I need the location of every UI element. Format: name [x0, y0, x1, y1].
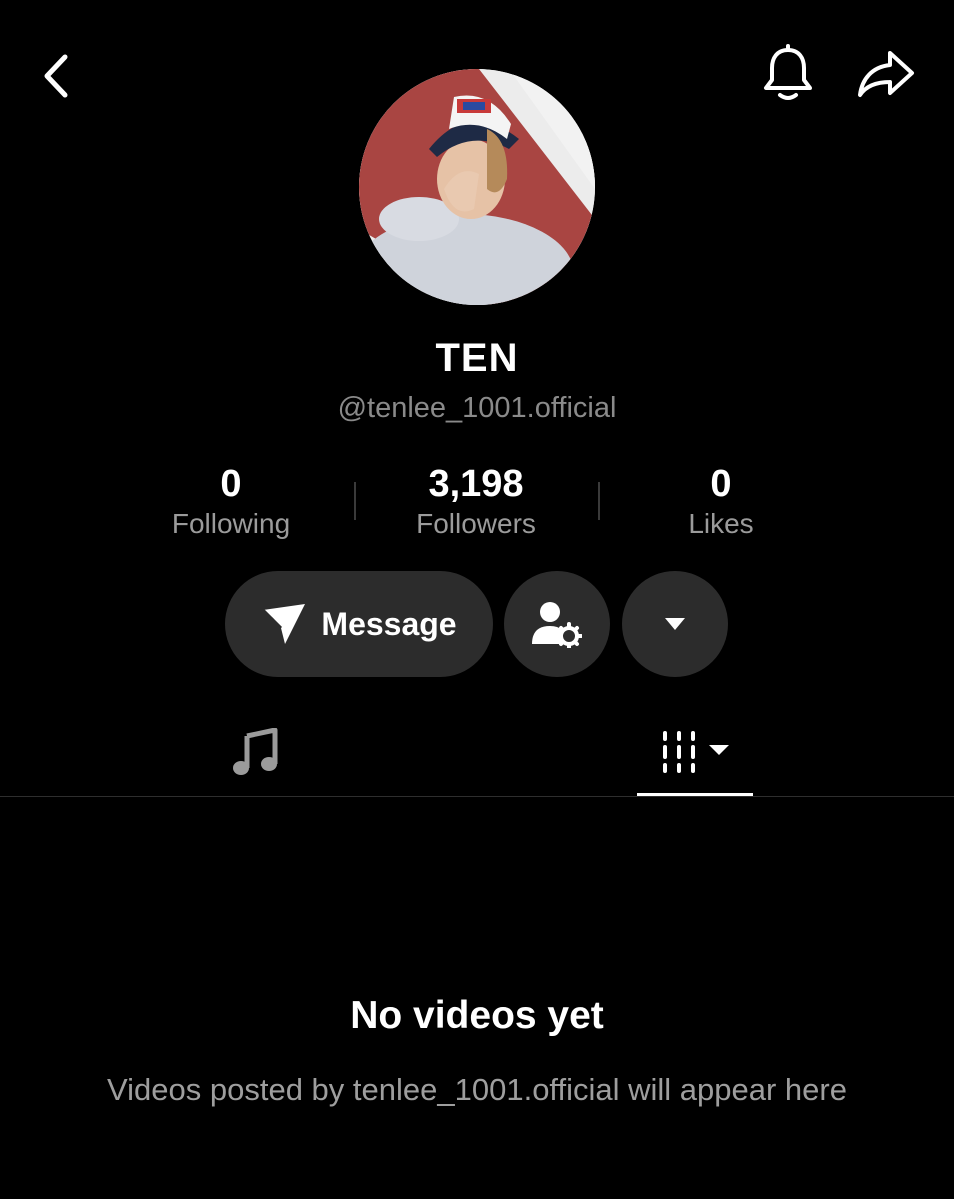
stat-followers[interactable]: 3,198 Followers [356, 462, 596, 542]
stat-following[interactable]: 0 Following [111, 462, 351, 542]
divider [598, 482, 600, 520]
video-grid-icon [663, 731, 729, 773]
notification-button[interactable] [756, 40, 820, 108]
stat-likes[interactable]: 0 Likes [601, 462, 841, 542]
send-icon [262, 604, 306, 644]
message-button[interactable]: Message [225, 571, 493, 677]
stat-value: 3,198 [428, 463, 524, 505]
empty-state-title: No videos yet [350, 994, 604, 1037]
stat-value: 0 [710, 463, 732, 505]
stat-label: Followers [416, 508, 536, 539]
tab-music[interactable] [200, 710, 312, 794]
stat-label: Following [171, 508, 291, 539]
avatar-photo [359, 69, 595, 305]
chevron-left-icon [44, 54, 68, 98]
stat-value: 0 [220, 463, 242, 505]
user-settings-icon [532, 602, 582, 648]
empty-state-subtitle: Videos posted by tenlee_1001.official wi… [107, 1072, 847, 1107]
divider [0, 796, 954, 797]
tab-videos[interactable] [637, 710, 753, 794]
stat-label: Likes [688, 508, 754, 539]
manage-account-button[interactable] [504, 571, 610, 677]
caret-down-icon [665, 618, 685, 630]
share-arrow-icon [858, 51, 914, 97]
more-options-button[interactable] [622, 571, 728, 677]
avatar[interactable] [359, 69, 595, 305]
username: @tenlee_1001.official [337, 392, 617, 424]
share-button[interactable] [852, 40, 920, 108]
music-note-icon [233, 728, 278, 775]
display-name: TEN [435, 336, 519, 380]
message-label: Message [321, 605, 457, 642]
back-button[interactable] [28, 44, 84, 108]
profile-page: TEN @tenlee_1001.official 0 Following 3,… [0, 0, 954, 1199]
bell-icon [764, 44, 812, 100]
